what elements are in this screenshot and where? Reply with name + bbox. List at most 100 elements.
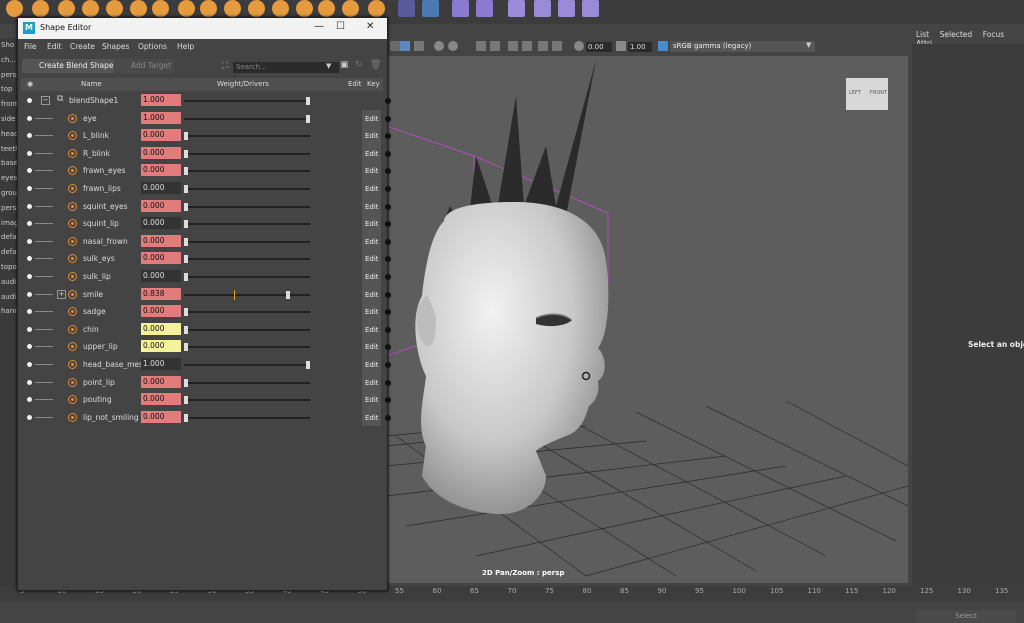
outliner-item[interactable]: hann — [0, 304, 17, 319]
weight-slider[interactable] — [184, 289, 310, 300]
weight-field[interactable]: 0.000 — [141, 322, 181, 335]
key-icon[interactable] — [385, 379, 391, 386]
weight-field[interactable]: 0.000 — [141, 393, 181, 406]
target-row[interactable]: eye 1.000 Edit — [21, 109, 391, 128]
resolution-icon[interactable] — [522, 41, 532, 51]
shelf-sphere-icon[interactable] — [58, 0, 75, 17]
weight-slider[interactable] — [184, 237, 310, 246]
outliner-item[interactable]: persp — [0, 201, 17, 216]
outliner-item[interactable]: front — [0, 97, 17, 112]
edit-button[interactable]: Edit — [362, 162, 381, 180]
weight-field[interactable]: 0.000 — [141, 217, 181, 230]
grid-toggle-icon[interactable] — [400, 41, 410, 51]
edit-button[interactable]: Edit — [362, 197, 381, 216]
shelf-sphere-icon[interactable] — [272, 0, 289, 17]
gamma-icon[interactable] — [616, 41, 626, 51]
key-icon[interactable] — [385, 238, 391, 245]
shelf-tool-icon[interactable] — [398, 0, 415, 17]
edit-button[interactable]: Edit — [362, 320, 381, 339]
shelf-sphere-icon[interactable] — [200, 0, 217, 17]
key-icon[interactable] — [385, 203, 391, 210]
weight-field[interactable]: 0.000 — [141, 410, 181, 423]
target-row[interactable]: chin 0.000 Edit — [21, 320, 391, 339]
weight-slider[interactable] — [184, 132, 310, 141]
weight-slider[interactable] — [184, 184, 310, 193]
slider-handle[interactable] — [184, 255, 188, 264]
menu-file[interactable]: File — [24, 42, 37, 51]
shelf-sphere-icon[interactable] — [296, 0, 313, 17]
shelf-tool-icon[interactable] — [582, 0, 599, 17]
visibility-toggle[interactable] — [27, 309, 32, 315]
shelf-skeleton-icon[interactable] — [476, 0, 493, 17]
visibility-toggle[interactable] — [27, 326, 32, 332]
edit-button[interactable]: Edit — [362, 232, 381, 251]
weight-field[interactable]: 0.000 — [141, 252, 181, 265]
weight-slider[interactable] — [184, 255, 310, 264]
weight-slider[interactable] — [184, 167, 310, 176]
key-column-header[interactable]: Key — [367, 80, 380, 88]
outliner-item[interactable]: topo — [0, 260, 17, 275]
weight-field[interactable]: 0.000 — [141, 269, 181, 282]
target-row[interactable]: pouting 0.000 Edit — [21, 391, 391, 409]
edit-button[interactable]: Edit — [362, 127, 381, 145]
visibility-toggle[interactable] — [27, 238, 32, 244]
outliner-item[interactable]: teeth — [0, 142, 17, 157]
visibility-toggle[interactable] — [27, 221, 32, 227]
weight-field[interactable]: 0.000 — [141, 164, 181, 177]
key-icon[interactable] — [385, 361, 391, 368]
slider-handle[interactable] — [306, 114, 310, 123]
shelf-tool-icon[interactable] — [508, 0, 525, 17]
color-space-select[interactable]: sRGB gamma (legacy) — [670, 41, 815, 52]
key-icon[interactable] — [385, 273, 391, 280]
close-icon[interactable]: ✕ — [366, 21, 374, 32]
outliner-item[interactable]: side — [0, 112, 17, 127]
xray-icon[interactable] — [490, 41, 500, 51]
shelf-sphere-icon[interactable] — [6, 0, 23, 17]
visibility-toggle[interactable] — [27, 115, 32, 121]
target-row[interactable]: nasal_frown 0.000 Edit — [21, 232, 391, 251]
weight-slider[interactable] — [184, 325, 310, 334]
outliner-item[interactable]: imag — [0, 216, 17, 231]
edit-button[interactable]: Edit — [362, 250, 381, 268]
outliner-item[interactable]: audi — [0, 290, 17, 305]
visibility-toggle[interactable] — [27, 98, 32, 103]
shelf-tool-icon[interactable] — [534, 0, 551, 17]
weight-slider[interactable] — [184, 343, 310, 352]
weight-field[interactable]: 0.000 — [141, 375, 181, 388]
edit-button[interactable]: Edit — [362, 408, 381, 427]
weight-field[interactable]: 0.838 — [141, 287, 181, 300]
edit-button[interactable]: Edit — [362, 338, 381, 356]
menu-shapes[interactable]: Shapes — [102, 42, 129, 51]
outliner-item[interactable]: defa — [0, 245, 17, 260]
slider-handle[interactable] — [286, 290, 291, 299]
target-row[interactable]: sadge 0.000 Edit — [21, 303, 391, 321]
slider-handle[interactable] — [184, 149, 188, 158]
key-icon[interactable] — [385, 291, 391, 298]
weight-field[interactable]: 0.000 — [141, 199, 181, 212]
key-icon[interactable] — [385, 326, 391, 333]
shelf-sphere-icon[interactable] — [82, 0, 99, 17]
weight-field[interactable]: 0.000 — [141, 129, 181, 142]
shelf-sphere-icon[interactable] — [152, 0, 169, 17]
weight-slider[interactable] — [184, 97, 310, 105]
delete-icon[interactable]: 🗑 — [370, 60, 381, 70]
slider-handle[interactable] — [184, 132, 188, 141]
create-blend-shape-button[interactable]: Create Blend Shape — [22, 59, 117, 73]
visibility-toggle[interactable] — [27, 133, 32, 139]
exposure-value[interactable]: 0.00 — [586, 42, 612, 52]
film-gate-icon[interactable] — [552, 41, 562, 51]
outliner-item[interactable]: base — [0, 156, 17, 171]
edit-button[interactable]: Edit — [362, 303, 381, 321]
shelf-tool-icon[interactable] — [558, 0, 575, 17]
outliner-item[interactable]: top — [0, 82, 17, 97]
slider-handle[interactable] — [184, 237, 188, 246]
target-row[interactable]: squint_eyes 0.000 Edit — [21, 197, 391, 216]
slider-handle[interactable] — [306, 360, 310, 369]
key-icon[interactable] — [385, 414, 391, 421]
target-row[interactable]: frawn_eyes 0.000 Edit — [21, 162, 391, 180]
add-target-button[interactable]: Add Target — [114, 59, 175, 73]
outliner-item[interactable]: persp — [0, 68, 17, 83]
new-folder-icon[interactable]: ▣ — [340, 60, 349, 70]
outliner-item[interactable]: Sho — [0, 38, 17, 53]
minimize-icon[interactable]: — — [314, 21, 324, 32]
